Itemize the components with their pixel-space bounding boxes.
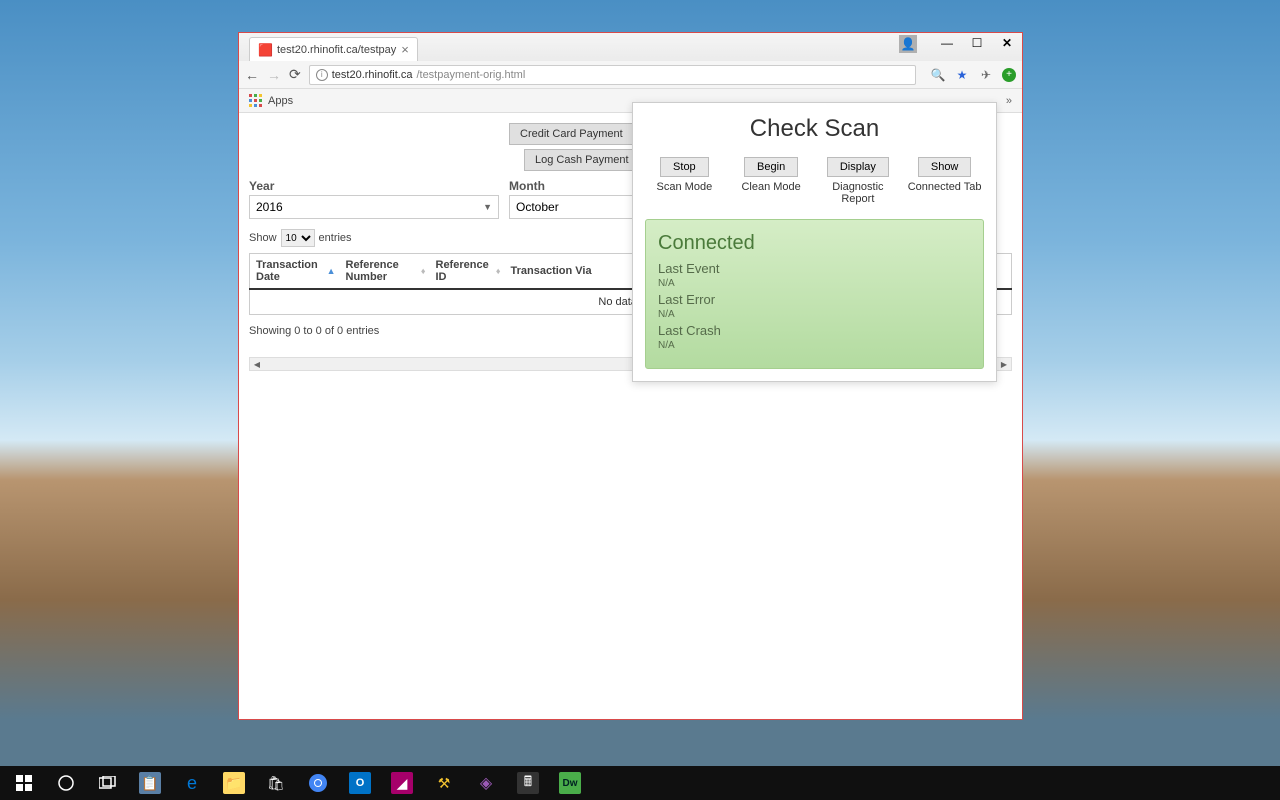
taskbar-explorer[interactable]: 📁 (214, 768, 254, 798)
bookmark-star-icon[interactable]: ★ (954, 67, 970, 83)
extension-send-icon[interactable]: ✈ (978, 67, 994, 83)
task-view-icon[interactable] (88, 768, 128, 798)
browser-tab[interactable]: 🟥 test20.rhinofit.ca/testpay × (249, 37, 418, 61)
cortana-icon[interactable] (46, 768, 86, 798)
back-icon[interactable]: ← (245, 67, 259, 83)
tab-title: test20.rhinofit.ca/testpay (277, 44, 396, 56)
check-scan-popup: Check Scan Stop Scan Mode Begin Clean Mo… (632, 102, 997, 382)
last-error-label: Last Error (658, 292, 971, 307)
stop-scan-col: Stop Scan Mode (641, 157, 728, 205)
entries-label: entries (319, 232, 352, 244)
month-label: Month (509, 179, 639, 193)
scroll-right-icon[interactable]: ▶ (997, 358, 1011, 370)
stop-button[interactable]: Stop (660, 157, 709, 177)
address-bar-icons: 🔍 ★ ✈ + (930, 67, 1016, 83)
taskbar-app-purple[interactable]: ◢ (382, 768, 422, 798)
taskbar-app-tools[interactable]: ⚒ (424, 768, 464, 798)
status-title: Connected (658, 232, 971, 255)
sort-asc-icon: ▲ (327, 266, 336, 276)
sort-icon: ♦ (496, 266, 501, 276)
reload-icon[interactable]: ⟳ (289, 66, 301, 83)
display-diag-col: Display Diagnostic Report (815, 157, 902, 205)
tab-favicon: 🟥 (258, 43, 272, 57)
month-select[interactable]: October (509, 195, 639, 219)
url-domain: test20.rhinofit.ca (332, 69, 413, 81)
last-crash-value: N/A (658, 340, 971, 351)
begin-button[interactable]: Begin (744, 157, 798, 177)
year-field: Year 2016 ▼ (249, 179, 499, 219)
col-transaction-date[interactable]: Transaction Date▲ (250, 254, 340, 290)
minimize-button[interactable]: — (932, 33, 962, 53)
credit-card-payment-button[interactable]: Credit Card Payment (509, 123, 634, 145)
show-button[interactable]: Show (918, 157, 972, 177)
popup-title: Check Scan (641, 115, 988, 143)
col-reference-number[interactable]: Reference Number♦ (340, 254, 430, 290)
month-value: October (516, 200, 559, 214)
scroll-left-icon[interactable]: ◀ (250, 358, 264, 370)
bookmarks-overflow-icon[interactable]: » (1006, 95, 1012, 107)
sort-icon: ♦ (421, 266, 426, 276)
last-error-value: N/A (658, 309, 971, 320)
taskbar-store[interactable]: 🛍 (256, 768, 296, 798)
taskbar-dreamweaver[interactable]: Dw (550, 768, 590, 798)
year-label: Year (249, 179, 499, 193)
address-bar: ← → ⟳ i test20.rhinofit.ca/testpayment-o… (239, 61, 1022, 89)
taskbar-app-1[interactable]: 📋 (130, 768, 170, 798)
taskbar-visual-studio[interactable]: ◈ (466, 768, 506, 798)
windows-taskbar: 📋 e 📁 🛍 O ◢ ⚒ ◈ 🖩 Dw (0, 766, 1280, 800)
begin-clean-col: Begin Clean Mode (728, 157, 815, 205)
last-crash-label: Last Crash (658, 323, 971, 338)
popup-button-row: Stop Scan Mode Begin Clean Mode Display … (641, 157, 988, 205)
show-label: Show (249, 232, 277, 244)
profile-avatar-icon[interactable]: 👤 (899, 35, 917, 53)
url-input[interactable]: i test20.rhinofit.ca/testpayment-orig.ht… (309, 65, 916, 85)
show-tab-col: Show Connected Tab (901, 157, 988, 205)
diagnostic-report-label: Diagnostic Report (815, 181, 902, 205)
last-event-value: N/A (658, 278, 971, 289)
search-icon[interactable]: 🔍 (930, 67, 946, 83)
year-value: 2016 (256, 200, 283, 214)
status-panel: Connected Last Event N/A Last Error N/A … (645, 219, 984, 369)
col-reference-id[interactable]: Reference ID♦ (430, 254, 505, 290)
year-select[interactable]: 2016 ▼ (249, 195, 499, 219)
display-button[interactable]: Display (827, 157, 889, 177)
maximize-button[interactable]: ☐ (962, 33, 992, 53)
tab-close-icon[interactable]: × (401, 42, 409, 57)
taskbar-calculator[interactable]: 🖩 (508, 768, 548, 798)
window-controls: — ☐ ✕ (932, 33, 1022, 53)
chevron-down-icon: ▼ (483, 202, 492, 212)
clean-mode-label: Clean Mode (741, 181, 800, 193)
connected-tab-label: Connected Tab (908, 181, 982, 193)
url-path: /testpayment-orig.html (416, 69, 525, 81)
taskbar-edge[interactable]: e (172, 768, 212, 798)
extension-plus-icon[interactable]: + (1002, 68, 1016, 82)
scan-mode-label: Scan Mode (657, 181, 713, 193)
close-button[interactable]: ✕ (992, 33, 1022, 53)
browser-title-bar: 🟥 test20.rhinofit.ca/testpay × 👤 — ☐ ✕ (239, 33, 1022, 61)
site-info-icon[interactable]: i (316, 69, 328, 81)
apps-label[interactable]: Apps (268, 95, 293, 107)
entries-select[interactable]: 10 (281, 229, 315, 247)
month-field: Month October (509, 179, 639, 219)
taskbar-chrome[interactable] (298, 768, 338, 798)
start-button[interactable] (4, 768, 44, 798)
forward-icon[interactable]: → (267, 67, 281, 83)
last-event-label: Last Event (658, 261, 971, 276)
log-cash-payment-button[interactable]: Log Cash Payment (524, 149, 640, 171)
apps-grid-icon[interactable] (249, 94, 263, 108)
taskbar-outlook[interactable]: O (340, 768, 380, 798)
